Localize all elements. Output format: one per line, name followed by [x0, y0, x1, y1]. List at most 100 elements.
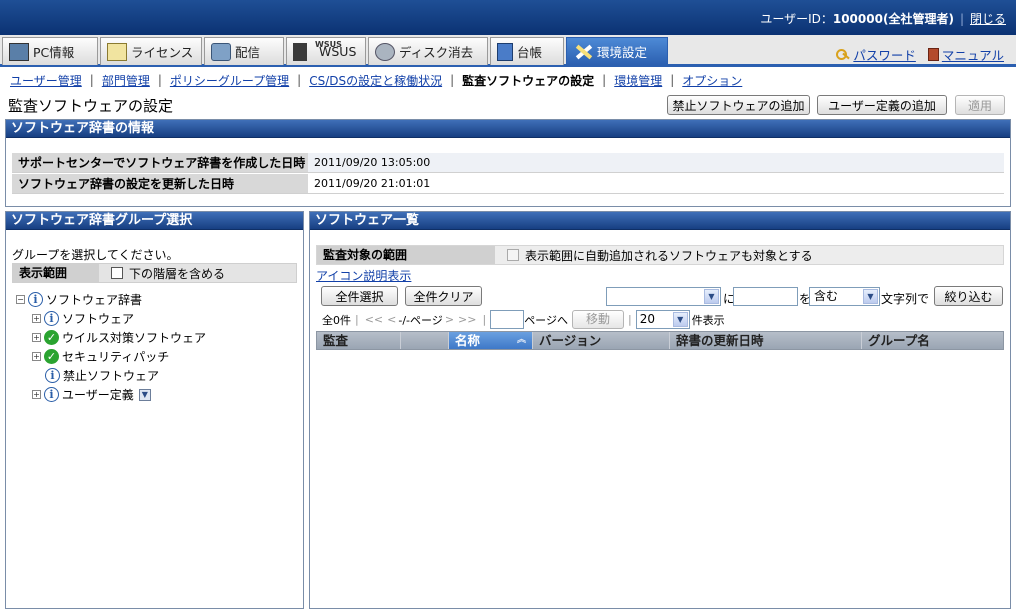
expand-icon[interactable]: + [32, 352, 41, 361]
tab-distribution[interactable]: 配信 [204, 37, 284, 65]
col-audit[interactable]: 監査 [317, 332, 401, 349]
match-type-value: 含む [814, 289, 839, 303]
tab-wsus[interactable]: WSUS WSUS [286, 37, 366, 65]
license-icon [107, 42, 127, 61]
filter-text-input[interactable] [733, 287, 798, 306]
dictionary-info-title: ソフトウェア辞書の情報 [6, 120, 1010, 138]
tab-label: 環境設定 [597, 45, 648, 60]
chevron-down-icon[interactable]: ▼ [138, 388, 151, 401]
info-icon: i [28, 292, 43, 307]
wsus-tag: WSUS [315, 40, 342, 49]
chevron-down-icon: ▼ [863, 289, 878, 304]
add-prohibited-software-button[interactable]: 禁止ソフトウェアの追加 [667, 95, 810, 115]
page-size-select[interactable]: 20 ▼ [635, 310, 690, 329]
manual-link[interactable]: マニュアル [927, 45, 1004, 64]
select-all-button[interactable]: 全件選択 [321, 286, 398, 306]
main-tab-bar: PC情報 ライセンス 配信 WSUS WSUS ディスク消去 台帳 環境設定 パ… [0, 35, 1016, 67]
tab-disk-erase[interactable]: ディスク消去 [368, 37, 488, 65]
display-range-row: 表示範囲 下の階層を含める [12, 263, 297, 283]
subnav-options[interactable]: オプション [682, 72, 742, 89]
top-bar: ユーザーID：100000(全社管理者) | 閉じる [0, 0, 1016, 35]
auto-add-checkbox[interactable] [507, 249, 519, 261]
disk-erase-icon [375, 42, 395, 61]
check-icon: ✓ [44, 330, 59, 345]
icon-help-link[interactable]: アイコン説明表示 [316, 267, 411, 284]
clear-all-button[interactable]: 全件クリア [405, 286, 482, 306]
dict-updated-row: ソフトウェア辞書の設定を更新した日時 2011/09/20 21:01:01 [12, 174, 1004, 194]
tab-label: 配信 [235, 45, 261, 60]
include-sub-checkbox[interactable] [111, 267, 123, 279]
subnav-policy-group-management[interactable]: ポリシーグループ管理 [170, 72, 289, 89]
first-page-icon[interactable]: << [365, 313, 383, 326]
display-range-label: 表示範囲 [13, 264, 99, 282]
password-link-label: パスワード [853, 48, 916, 63]
close-link[interactable]: 閉じる [970, 12, 1006, 26]
expand-icon[interactable]: + [32, 390, 41, 399]
expand-icon[interactable]: + [32, 333, 41, 342]
manual-link-label: マニュアル [941, 48, 1004, 63]
tree-node-user-defined[interactable]: + i ユーザー定義 ▼ [32, 386, 151, 403]
page-number-input[interactable] [490, 310, 525, 329]
goto-page-label: ページへ [524, 313, 568, 327]
password-link[interactable]: パスワード [836, 45, 916, 64]
subnav-department-management[interactable]: 部門管理 [102, 72, 150, 89]
dict-created-row: サポートセンターでソフトウェア辞書を作成した日時 2011/09/20 13:0… [12, 153, 1004, 173]
info-icon: i [44, 311, 59, 326]
subnav-audit-software-settings: 監査ソフトウェアの設定 [462, 73, 595, 88]
dict-updated-value: 2011/09/20 21:01:01 [308, 174, 1004, 193]
user-id: 100000(全社管理者) [832, 12, 954, 26]
include-sub-label: 下の階層を含める [129, 266, 226, 281]
software-list-panel: ソフトウェア一覧 [309, 211, 1011, 609]
user-info: ユーザーID：100000(全社管理者) | 閉じる [760, 12, 1006, 26]
total-count: 全0件 [322, 313, 351, 327]
tree-node-software-dictionary[interactable]: − i ソフトウェア辞書 [16, 291, 142, 308]
next-page-icon[interactable]: > [445, 313, 454, 326]
subnav-user-management[interactable]: ユーザー管理 [10, 72, 82, 89]
col-icon [401, 332, 449, 349]
tree-node-label: セキュリティパッチ [62, 350, 170, 364]
page-header: 監査ソフトウェアの設定 禁止ソフトウェアの追加 ユーザー定義の追加 適用 [0, 92, 1016, 118]
col-group-name[interactable]: グループ名 [862, 332, 1003, 349]
prev-page-icon[interactable]: < [387, 313, 396, 326]
pager: 全0件 | << < -/-ページ > >> | ページへ 移動 | 20 ▼ … [322, 310, 725, 329]
tree-node-security-patch[interactable]: + ✓ セキュリティパッチ [32, 348, 169, 365]
move-button[interactable]: 移動 [571, 310, 624, 329]
apply-button[interactable]: 適用 [955, 95, 1005, 115]
auto-add-label: 表示範囲に自動追加されるソフトウェアも対象とする [525, 248, 813, 263]
dict-created-value: 2011/09/20 13:05:00 [308, 153, 1004, 172]
tab-label: ライセンス [131, 45, 194, 60]
tab-label: 台帳 [517, 45, 543, 60]
info-icon: i [45, 368, 60, 383]
collapse-icon[interactable]: − [16, 295, 25, 304]
add-user-definition-button[interactable]: ユーザー定義の追加 [817, 95, 947, 115]
page-title: 監査ソフトウェアの設定 [8, 97, 174, 115]
filter-button[interactable]: 絞り込む [934, 286, 1003, 306]
check-icon: ✓ [44, 349, 59, 364]
tab-license[interactable]: ライセンス [100, 37, 202, 65]
tree-node-prohibited[interactable]: i 禁止ソフトウェア [45, 367, 159, 384]
tab-label: PC情報 [33, 45, 75, 60]
subnav-environment-management[interactable]: 環境管理 [614, 72, 662, 89]
match-type-select[interactable]: 含む ▼ [809, 287, 880, 306]
col-dict-updated[interactable]: 辞書の更新日時 [670, 332, 862, 349]
tab-pc-info[interactable]: PC情報 [2, 37, 98, 65]
tree-node-label: 禁止ソフトウェア [63, 369, 160, 383]
tree-node-label: ソフトウェア辞書 [46, 293, 143, 307]
tab-settings[interactable]: 環境設定 [566, 37, 668, 65]
tree-node-antivirus[interactable]: + ✓ ウイルス対策ソフトウェア [32, 329, 206, 346]
expand-icon[interactable]: + [32, 314, 41, 323]
page-size-suffix: 件表示 [691, 313, 725, 327]
tree-node-software[interactable]: + i ソフトウェア [32, 310, 134, 327]
software-list-title: ソフトウェア一覧 [310, 212, 1010, 230]
info-icon: i [44, 387, 59, 402]
col-name[interactable]: 名称 ︽ [449, 332, 533, 349]
chevron-down-icon: ▼ [672, 312, 688, 327]
group-select-title: ソフトウェア辞書グループ選択 [6, 212, 303, 230]
col-version[interactable]: バージョン [533, 332, 670, 349]
tab-ledger[interactable]: 台帳 [490, 37, 564, 65]
filter-field-select[interactable]: ▼ [606, 287, 721, 306]
dict-updated-label: ソフトウェア辞書の設定を更新した日時 [12, 174, 308, 193]
sub-nav: ユーザー管理 | 部門管理 | ポリシーグループ管理 | CS/DSの設定と稼働状況 |… [10, 72, 743, 89]
subnav-cs-ds-settings[interactable]: CS/DSの設定と稼働状況 [309, 72, 442, 89]
last-page-icon[interactable]: >> [458, 313, 476, 326]
